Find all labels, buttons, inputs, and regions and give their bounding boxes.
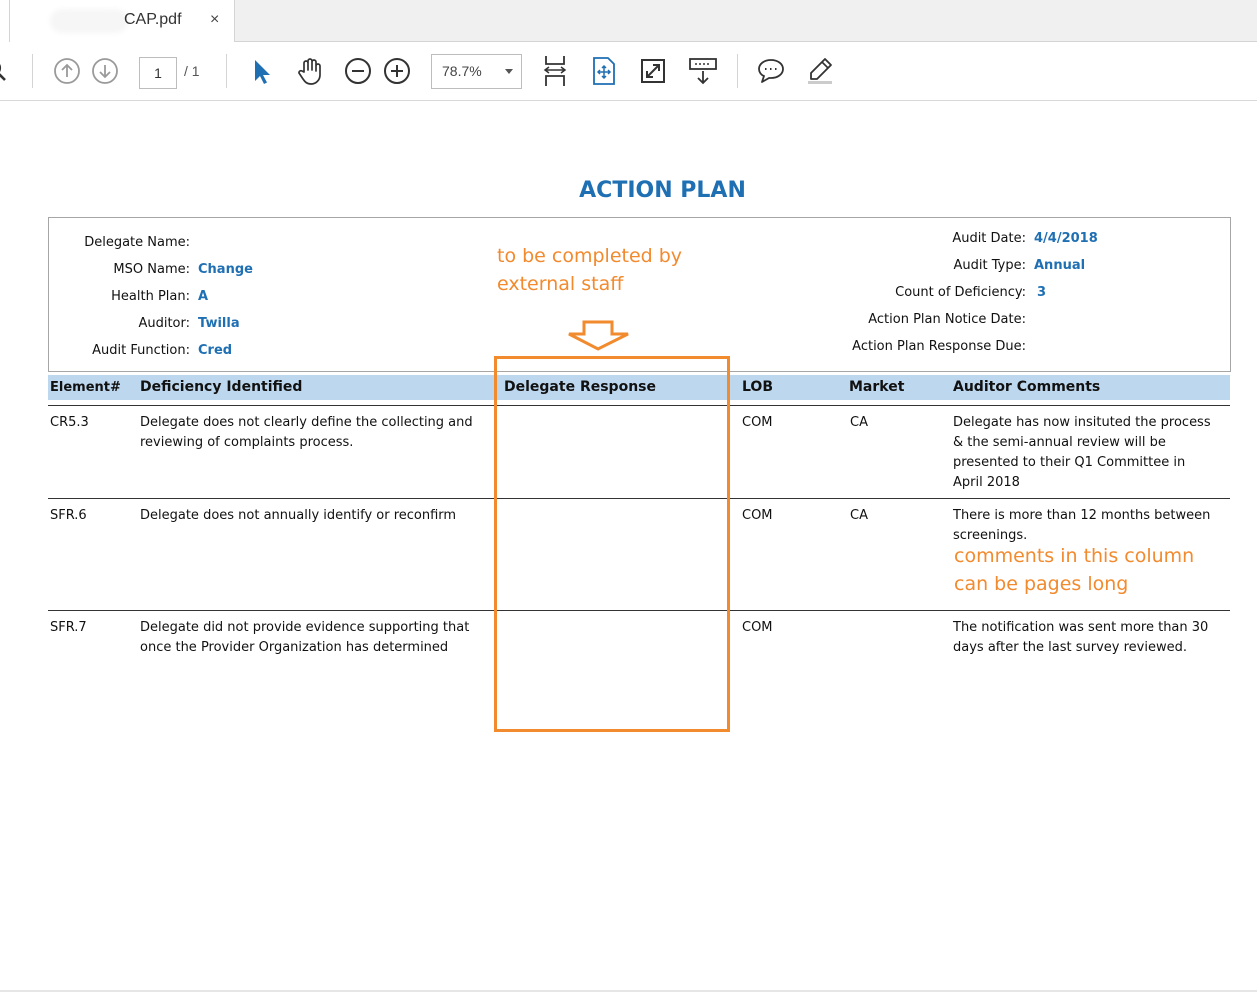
close-tab-icon[interactable]: × xyxy=(210,11,219,29)
toolbar-separator xyxy=(226,54,227,88)
hand-tool-icon[interactable] xyxy=(292,42,328,100)
column-element: Element# xyxy=(50,380,121,395)
fit-page-icon[interactable] xyxy=(586,42,622,100)
audit-type-value: Annual xyxy=(1034,258,1086,273)
health-plan-label: Health Plan: xyxy=(111,289,190,304)
annotation-line: can be pages long xyxy=(954,573,1129,595)
comment-icon[interactable] xyxy=(753,42,789,100)
fit-width-icon[interactable] xyxy=(537,42,573,100)
audit-date-value: 4/4/2018 xyxy=(1034,231,1098,246)
tab-bar: CAP.pdf × xyxy=(0,0,1257,42)
chevron-down-icon xyxy=(505,69,513,74)
redacted-tab-text xyxy=(54,13,124,29)
count-of-deficiency-label: Count of Deficiency: xyxy=(895,285,1026,300)
toolbar-separator xyxy=(32,54,33,88)
column-auditor-comments: Auditor Comments xyxy=(953,379,1101,395)
scroll-mode-icon[interactable] xyxy=(685,42,721,100)
page-total: / 1 xyxy=(184,63,200,79)
element-cell: CR5.3 xyxy=(50,415,89,430)
comment-line: & the semi-annual review will be xyxy=(953,435,1166,450)
notice-date-label: Action Plan Notice Date: xyxy=(868,312,1026,327)
deficiency-line: once the Provider Organization has deter… xyxy=(140,640,449,655)
mso-name-value: Change xyxy=(198,262,253,277)
market-cell: CA xyxy=(850,415,868,430)
count-of-deficiency-value: 3 xyxy=(1037,285,1047,300)
column-lob: LOB xyxy=(742,379,773,395)
mso-name-label: MSO Name: xyxy=(113,262,190,277)
tab-title: CAP.pdf xyxy=(124,11,182,28)
page-number-input[interactable]: 1 xyxy=(139,57,177,89)
comment-line: Delegate has now insituted the process xyxy=(953,415,1211,430)
deficiency-line: reviewing of complaints process. xyxy=(140,435,354,450)
document-title: ACTION PLAN xyxy=(579,178,746,203)
auditor-label: Auditor: xyxy=(138,316,190,331)
comment-line: days after the last survey reviewed. xyxy=(953,640,1187,655)
audit-function-value: Cred xyxy=(198,343,233,358)
zoom-in-icon[interactable] xyxy=(379,42,415,100)
tab-cap-pdf[interactable]: CAP.pdf × xyxy=(10,0,235,42)
delegate-name-label: Delegate Name: xyxy=(84,235,190,250)
annotation-line: to be completed by xyxy=(497,245,683,267)
comment-line: April 2018 xyxy=(953,475,1020,490)
zoom-level-select[interactable]: 78.7% xyxy=(431,54,522,89)
element-cell: SFR.7 xyxy=(50,620,87,635)
lob-cell: COM xyxy=(742,415,773,430)
annotation-line: external staff xyxy=(497,273,624,295)
audit-function-label: Audit Function: xyxy=(92,343,190,358)
response-due-label: Action Plan Response Due: xyxy=(852,339,1026,354)
previous-tab-edge[interactable] xyxy=(0,0,10,42)
full-screen-icon[interactable] xyxy=(635,42,671,100)
comment-line: There is more than 12 months between xyxy=(953,508,1211,523)
column-market: Market xyxy=(849,379,905,395)
zoom-out-icon[interactable] xyxy=(340,42,376,100)
column-deficiency: Deficiency Identified xyxy=(140,379,303,395)
delegate-response-highlight xyxy=(494,356,730,732)
comment-line: The notification was sent more than 30 xyxy=(953,620,1209,635)
annotation-line: comments in this column xyxy=(954,545,1195,567)
lob-cell: COM xyxy=(742,508,773,523)
health-plan-value: A xyxy=(198,289,209,304)
down-arrow-icon xyxy=(568,320,629,351)
deficiency-line: Delegate did not provide evidence suppor… xyxy=(140,620,470,635)
deficiency-line: Delegate does not clearly define the col… xyxy=(140,415,473,430)
deficiency-line: Delegate does not annually identify or r… xyxy=(140,508,457,523)
zoom-level-value: 78.7% xyxy=(442,63,482,79)
element-cell: SFR.6 xyxy=(50,508,87,523)
highlight-pen-icon[interactable] xyxy=(802,42,838,100)
previous-page-icon[interactable] xyxy=(49,42,85,100)
next-page-icon[interactable] xyxy=(87,42,123,100)
audit-date-label: Audit Date: xyxy=(952,231,1026,246)
auditor-value: Twilla xyxy=(198,316,240,331)
pdf-toolbar: 1 / 1 78.7% xyxy=(0,42,1257,101)
audit-type-label: Audit Type: xyxy=(953,258,1026,273)
search-icon[interactable] xyxy=(0,42,14,100)
market-cell: CA xyxy=(850,508,868,523)
lob-cell: COM xyxy=(742,620,773,635)
toolbar-separator xyxy=(737,54,738,88)
select-cursor-icon[interactable] xyxy=(243,42,279,100)
comment-line: presented to their Q1 Committee in xyxy=(953,455,1186,470)
